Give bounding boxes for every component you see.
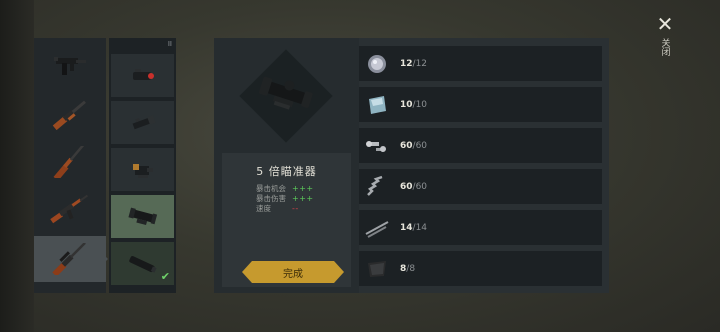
item-detail-panel: 5 倍瞄准器 暴击机会 +++ 暴击伤害 +++ 速度 -- 完成 — [214, 38, 359, 293]
scope-icon — [127, 207, 157, 225]
shotgun-icon — [52, 100, 86, 131]
stat-value: +++ — [292, 183, 314, 193]
leather-icon — [368, 260, 386, 277]
stat-crit-chance: 暴击机会 +++ — [256, 183, 314, 193]
weapon-hunting-rifle[interactable] — [34, 139, 106, 185]
material-count: 12/12 — [400, 58, 428, 69]
attachment-list: II ✔ — [109, 38, 176, 293]
flashlight-icon — [132, 114, 156, 129]
smg-icon — [54, 57, 86, 75]
left-shade — [0, 0, 34, 332]
material-count: 60/60 — [400, 181, 428, 192]
scope-icon — [258, 76, 313, 110]
glass-plate-icon — [369, 95, 386, 114]
hunting-rifle-icon — [53, 146, 85, 178]
item-name: 5 倍瞄准器 — [256, 165, 317, 178]
item-stats: 暴击机会 +++ 暴击伤害 +++ 速度 -- — [256, 183, 314, 213]
sniper-rifle-icon — [52, 243, 86, 275]
material-row: 60/60 — [359, 128, 602, 163]
attachment-laser-sight[interactable] — [111, 54, 174, 97]
attachment-scope[interactable] — [111, 195, 174, 238]
attachment-red-dot-sight[interactable] — [111, 148, 174, 191]
done-button-label: 完成 — [283, 268, 303, 280]
red-dot-sight-icon — [132, 163, 153, 178]
weapon-list — [34, 38, 106, 293]
material-count: 10/10 — [400, 99, 428, 110]
stat-crit-damage: 暴击伤害 +++ — [256, 193, 314, 203]
item-info-box: 5 倍瞄准器 暴击机会 +++ 暴击伤害 +++ 速度 -- 完成 — [222, 153, 351, 287]
material-row: 60/60 — [359, 169, 602, 204]
material-row: 10/10 — [359, 87, 602, 122]
weapon-sniper-rifle[interactable] — [34, 236, 106, 282]
weapon-assault-rifle[interactable] — [34, 186, 106, 232]
assault-rifle-icon — [50, 194, 89, 224]
check-icon: ✔ — [160, 270, 170, 283]
weapon-smg[interactable] — [34, 42, 106, 88]
stat-label: 速度 — [256, 203, 271, 213]
suppressor-icon — [128, 255, 157, 273]
close-icon: ✕ — [656, 12, 674, 36]
material-count: 14/14 — [400, 222, 428, 233]
materials-panel: 12/12 10/10 60/60 60/60 14/14 8/8 — [359, 38, 609, 293]
spring-icon — [367, 175, 383, 196]
close-label: 关闭 — [659, 38, 670, 56]
done-button[interactable]: 完成 — [242, 261, 344, 283]
close-button[interactable]: ✕ 关闭 — [652, 14, 678, 70]
material-row: 14/14 — [359, 210, 602, 245]
attachment-suppressor[interactable]: ✔ — [111, 242, 174, 285]
item-preview — [239, 49, 333, 143]
material-row: 8/8 — [359, 251, 602, 286]
material-row: 12/12 — [359, 46, 602, 81]
material-count: 8/8 — [400, 263, 416, 274]
selection-pointer — [101, 252, 108, 266]
laser-sight-icon — [132, 68, 154, 80]
tier-badge: II — [167, 40, 172, 48]
screws-icon — [366, 140, 386, 152]
attachment-flashlight[interactable] — [111, 101, 174, 144]
stat-speed: 速度 -- — [256, 203, 314, 213]
metal-rods-icon — [365, 220, 389, 238]
stat-value: -- — [292, 203, 299, 213]
weapon-shotgun[interactable] — [34, 92, 106, 138]
lens-icon — [368, 54, 386, 73]
material-count: 60/60 — [400, 140, 428, 151]
stat-value: +++ — [292, 193, 314, 203]
